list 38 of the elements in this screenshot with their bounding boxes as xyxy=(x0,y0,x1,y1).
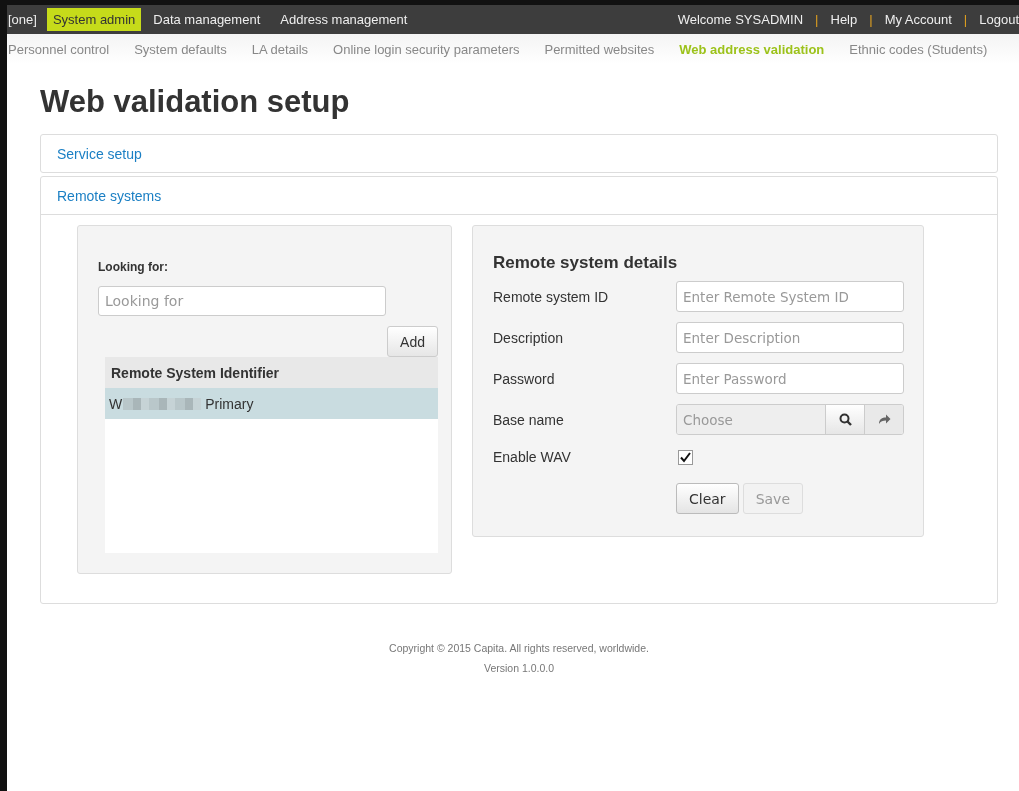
version-text: Version 1.0.0.0 xyxy=(483,662,555,674)
field-label: Base name xyxy=(493,411,564,428)
subnav-link[interactable]: LA details xyxy=(251,41,309,57)
nav-tab[interactable]: Data management xyxy=(143,5,271,34)
text-field[interactable]: Enter Password xyxy=(676,363,904,394)
separator-text: | xyxy=(868,12,874,27)
nav-tab[interactable]: System admin xyxy=(46,8,142,31)
header-link[interactable]: Logout xyxy=(973,5,1019,34)
nav-tab[interactable]: [one] xyxy=(7,5,47,34)
header-link[interactable]: My Account xyxy=(878,5,958,34)
column-header: Remote System Identifier xyxy=(105,357,438,388)
header-link[interactable]: Help xyxy=(824,5,864,34)
nav-tab[interactable]: Address management xyxy=(270,5,418,34)
field-label: Looking for: xyxy=(98,260,168,274)
text-field[interactable]: Enter Remote System ID xyxy=(676,281,904,312)
separator-text: | xyxy=(962,12,969,27)
field-label: Remote system ID xyxy=(493,288,609,305)
separator-text: | xyxy=(814,12,820,27)
field-label: Description xyxy=(493,329,564,346)
subnav-link[interactable]: Permitted websites xyxy=(544,41,655,57)
field-label: Password xyxy=(493,370,555,387)
add-button[interactable]: Add xyxy=(387,326,438,357)
table-row[interactable]: W Primary xyxy=(105,388,438,419)
text-field[interactable]: Enter Description xyxy=(676,322,904,353)
welcome-text: Welcome SYSADMIN xyxy=(676,12,805,27)
checkbox[interactable] xyxy=(678,449,693,465)
subnav-link[interactable]: Personnel control xyxy=(8,41,110,57)
field-label: Enable WAV xyxy=(493,449,571,465)
subnav-link[interactable]: Online login security parameters xyxy=(333,41,520,57)
copyright-text: Copyright © 2015 Capita. All rights reserved, worldwide. xyxy=(389,642,649,654)
panel-header-link[interactable]: Service setup xyxy=(41,135,997,172)
panel-header-link[interactable]: Remote systems xyxy=(41,177,997,214)
card-title: Remote system details xyxy=(493,253,678,273)
subnav-link[interactable]: Ethnic codes (Students) xyxy=(849,41,988,57)
page-title: Web validation setup xyxy=(40,84,350,120)
search-field[interactable]: Looking for xyxy=(98,286,386,316)
action-button[interactable]: Clear xyxy=(676,483,739,514)
subnav-link[interactable]: System defaults xyxy=(134,41,227,57)
